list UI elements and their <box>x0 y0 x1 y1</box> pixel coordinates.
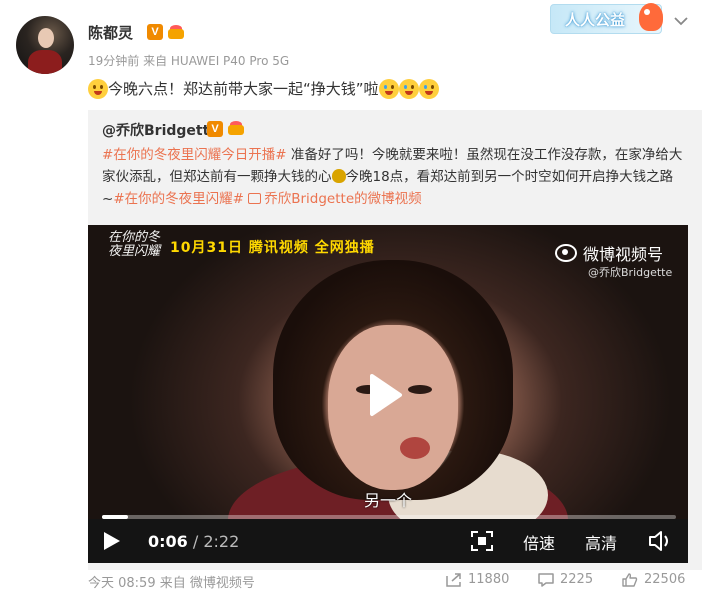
grin-emoji-icon <box>88 78 108 99</box>
video-player[interactable]: 在你的冬夜里闪耀 10月31日 腾讯视频 全网独播 微博视频号 @乔欣Bridg… <box>88 225 688 563</box>
repost-author[interactable]: @乔欣Bridgette <box>102 120 219 140</box>
time-separator: / <box>187 532 204 551</box>
show-logo: 在你的冬夜里闪耀 <box>108 230 161 259</box>
charity-promo-badge[interactable]: 人人公益 <box>550 3 663 34</box>
repost-meta: 今天 08:59 来自 微博视频号 <box>88 576 255 589</box>
time-display: 0:06 / 2:22 <box>148 532 239 551</box>
verified-badge-icon: V <box>207 121 223 137</box>
verified-badge-icon: V <box>147 24 163 40</box>
mascot-icon <box>639 3 663 31</box>
weibo-video-watermark: 微博视频号 <box>555 241 663 265</box>
video-frame-eye <box>408 385 432 394</box>
avatar-coat <box>28 50 62 74</box>
speed-button[interactable]: 倍速 <box>523 530 555 554</box>
avatar[interactable] <box>16 16 74 74</box>
video-banner: 10月31日 腾讯视频 全网独播 <box>170 240 375 256</box>
moneybag-icon <box>331 169 346 183</box>
video-subtitle: 另一个 <box>363 491 412 510</box>
watermark-user: @乔欣Bridgette <box>588 266 673 279</box>
member-crown-icon <box>166 24 186 40</box>
quality-button[interactable]: 高清 <box>585 530 617 554</box>
watermark-label: 微博视频号 <box>583 245 664 264</box>
repost-count: 11880 <box>468 572 510 587</box>
author-name[interactable]: 陈都灵 <box>88 22 133 43</box>
fullscreen-icon[interactable] <box>471 531 493 551</box>
volume-icon[interactable] <box>648 530 674 552</box>
post-text: 今晚六点！郑达前带大家一起“挣大钱”啦 <box>88 78 439 99</box>
avatar-face <box>38 28 54 48</box>
repost-icon <box>446 572 461 587</box>
comment-button[interactable]: 2225 <box>538 572 593 587</box>
repost-footer: 今天 08:59 来自 微博视频号 11880 2225 22506 <box>88 572 702 589</box>
comment-count: 2225 <box>560 572 594 587</box>
repost-button[interactable]: 11880 <box>446 572 509 587</box>
video-icon <box>248 193 262 204</box>
charity-promo-label: 人人公益 <box>565 11 626 29</box>
chevron-down-icon[interactable] <box>672 12 690 30</box>
like-button[interactable]: 22506 <box>622 572 685 587</box>
comment-icon <box>538 572 554 587</box>
play-icon[interactable] <box>358 370 408 420</box>
current-time: 0:06 <box>148 532 188 551</box>
video-link-label: 乔欣Bridgette的微博视频 <box>264 191 422 207</box>
topic-link[interactable]: #在你的冬夜里闪耀今日开播# <box>102 147 287 163</box>
thumbs-up-icon <box>622 572 638 587</box>
like-count: 22506 <box>644 572 686 587</box>
weibo-eye-icon <box>555 244 577 262</box>
duration: 2:22 <box>203 532 240 551</box>
topic-link[interactable]: #在你的冬夜里闪耀# <box>113 191 244 207</box>
cry-emoji-icon <box>378 78 399 99</box>
cry-emoji-icon <box>398 78 419 99</box>
post-meta: 19分钟前 来自 HUAWEI P40 Pro 5G <box>88 54 290 68</box>
video-controls: 0:06 / 2:22 倍速 高清 <box>88 519 688 563</box>
video-frame-mouth <box>400 437 430 459</box>
play-button-icon[interactable] <box>100 530 122 552</box>
repost-card: @乔欣Bridgette V #在你的冬夜里闪耀今日开播# 准备好了吗！今晚就要… <box>88 110 702 589</box>
cry-emoji-icon <box>418 78 439 99</box>
member-crown-icon <box>226 120 246 136</box>
post-body: 今晚六点！郑达前带大家一起“挣大钱”啦 <box>108 80 379 98</box>
repost-text: #在你的冬夜里闪耀今日开播# 准备好了吗！今晚就要来啦！虽然现在没工作没存款，在… <box>102 144 692 210</box>
video-link[interactable]: 乔欣Bridgette的微博视频 <box>248 191 422 207</box>
